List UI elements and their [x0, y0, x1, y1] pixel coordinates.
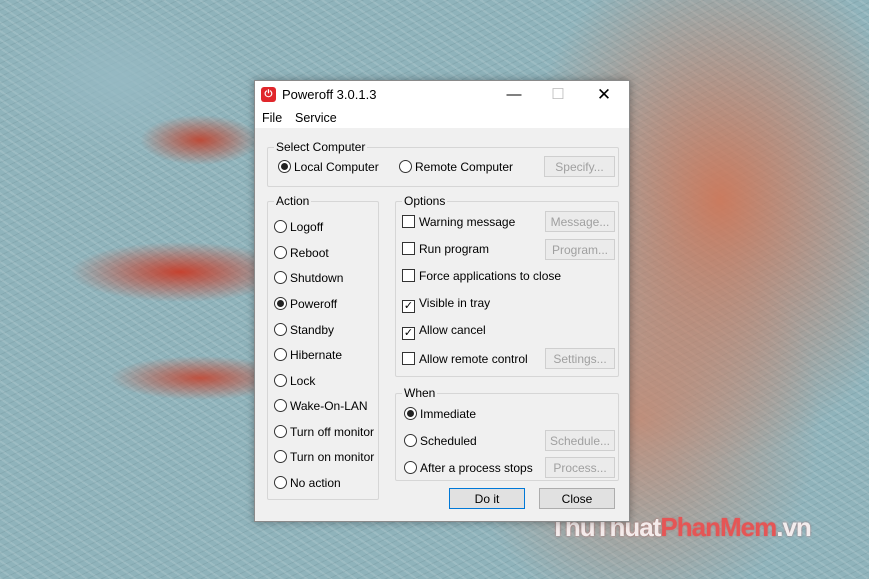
action-label: Action	[274, 194, 312, 208]
action-lock-radio[interactable]: Lock	[274, 374, 315, 388]
radio-dot	[278, 160, 291, 173]
select-computer-group: Select Computer Local Computer Remote Co…	[267, 140, 619, 187]
when-group: When Immediate Scheduled Schedule... Aft…	[395, 386, 619, 481]
action-turn-off-monitor-radio[interactable]: Turn off monitor	[274, 425, 374, 439]
window-title: Poweroff 3.0.1.3	[282, 87, 377, 102]
power-icon: ⏻	[261, 87, 276, 102]
close-window-button[interactable]: ✕	[581, 81, 627, 108]
select-computer-label: Select Computer	[274, 140, 368, 154]
message-button[interactable]: Message...	[545, 211, 615, 232]
when-label: When	[402, 386, 438, 400]
menu-bar: File Service	[255, 108, 629, 128]
when-after-process-radio[interactable]: After a process stops	[404, 461, 533, 475]
action-hibernate-radio[interactable]: Hibernate	[274, 348, 342, 362]
allow-cancel-checkbox[interactable]: ✓ Allow cancel	[402, 323, 486, 340]
schedule-button[interactable]: Schedule...	[545, 430, 615, 451]
menu-file[interactable]: File	[262, 111, 282, 125]
action-poweroff-radio[interactable]: Poweroff	[274, 297, 337, 311]
action-wake-on-lan-radio[interactable]: Wake-On-LAN	[274, 399, 368, 413]
specify-button[interactable]: Specify...	[544, 156, 615, 177]
action-standby-radio[interactable]: Standby	[274, 323, 334, 337]
options-label: Options	[402, 194, 448, 208]
program-button[interactable]: Program...	[545, 239, 615, 260]
options-group: Options Warning message Message... Run p…	[395, 194, 619, 377]
force-applications-close-checkbox[interactable]: Force applications to close	[402, 269, 561, 283]
run-program-checkbox[interactable]: Run program	[402, 242, 489, 256]
visible-in-tray-checkbox[interactable]: ✓ Visible in tray	[402, 296, 490, 313]
action-group: Action Logoff Reboot Shutdown Poweroff S…	[267, 194, 379, 500]
when-scheduled-radio[interactable]: Scheduled	[404, 434, 477, 448]
title-bar[interactable]: ⏻ Poweroff 3.0.1.3 — ☐ ✕	[255, 81, 629, 108]
remote-computer-radio[interactable]: Remote Computer	[399, 160, 513, 174]
radio-dot	[399, 160, 412, 173]
process-button[interactable]: Process...	[545, 457, 615, 478]
do-it-button[interactable]: Do it	[449, 488, 525, 509]
action-shutdown-radio[interactable]: Shutdown	[274, 271, 343, 285]
local-computer-radio[interactable]: Local Computer	[278, 160, 379, 174]
action-no-action-radio[interactable]: No action	[274, 476, 341, 490]
minimize-button[interactable]: —	[491, 81, 537, 108]
when-immediate-radio[interactable]: Immediate	[404, 407, 476, 421]
allow-remote-control-checkbox[interactable]: Allow remote control	[402, 352, 528, 366]
action-logoff-radio[interactable]: Logoff	[274, 220, 323, 234]
action-reboot-radio[interactable]: Reboot	[274, 246, 329, 260]
menu-service[interactable]: Service	[295, 111, 337, 125]
warning-message-checkbox[interactable]: Warning message	[402, 215, 515, 229]
maximize-button[interactable]: ☐	[535, 81, 581, 108]
settings-button[interactable]: Settings...	[545, 348, 615, 369]
poweroff-window: ⏻ Poweroff 3.0.1.3 — ☐ ✕ File Service Se…	[254, 80, 630, 522]
close-button[interactable]: Close	[539, 488, 615, 509]
action-turn-on-monitor-radio[interactable]: Turn on monitor	[274, 450, 374, 464]
